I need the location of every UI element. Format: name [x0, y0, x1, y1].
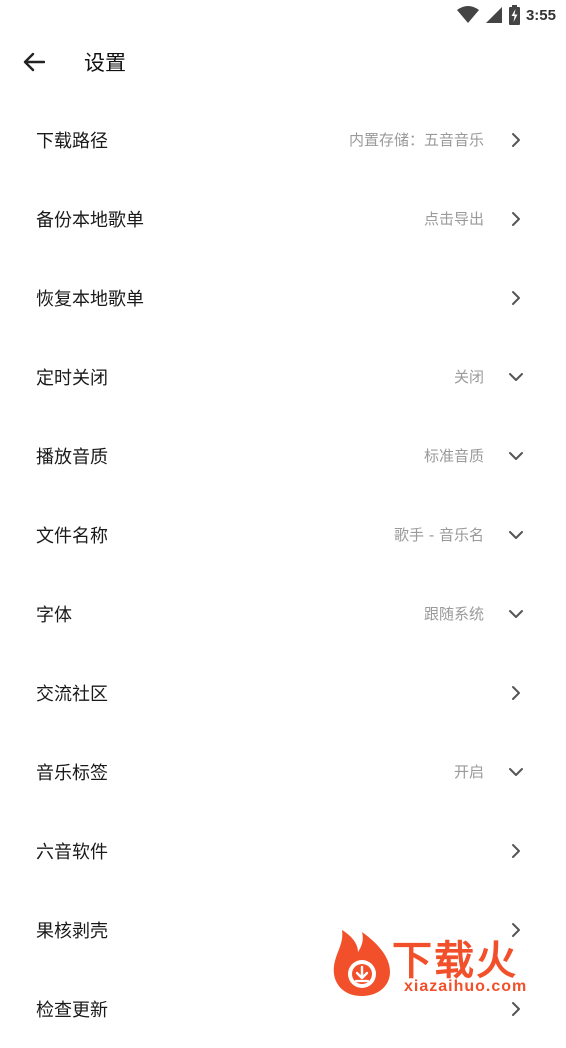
setting-label: 果核剥壳 [36, 920, 108, 942]
setting-label: 备份本地歌单 [36, 209, 144, 231]
chevron-down-icon [506, 525, 526, 545]
watermark-url: xiazaihuo.com [404, 978, 528, 995]
arrow-left-icon [23, 52, 45, 72]
setting-row-font[interactable]: 字体 跟随系统 [0, 574, 566, 653]
setting-row-community[interactable]: 交流社区 [0, 653, 566, 732]
setting-label: 字体 [36, 604, 72, 626]
setting-value: 标准音质 [423, 447, 484, 465]
app-bar: 设置 [0, 30, 566, 94]
setting-label: 文件名称 [36, 525, 108, 547]
setting-row-sleep-timer[interactable]: 定时关闭 关闭 [0, 337, 566, 416]
setting-label: 六音软件 [36, 841, 108, 863]
setting-label: 音乐标签 [36, 762, 108, 784]
setting-label: 检查更新 [36, 999, 108, 1021]
wifi-icon [456, 6, 479, 23]
battery-charging-icon [508, 5, 520, 25]
chevron-right-icon [506, 209, 526, 229]
page-title: 设置 [84, 51, 126, 75]
chevron-right-icon [506, 130, 526, 150]
chevron-right-icon [506, 683, 526, 703]
setting-row-restore-playlist[interactable]: 恢复本地歌单 [0, 258, 566, 337]
setting-row-music-tags[interactable]: 音乐标签 开启 [0, 732, 566, 811]
setting-label: 交流社区 [36, 683, 108, 705]
chevron-down-icon [506, 367, 526, 387]
setting-label: 定时关闭 [36, 367, 108, 389]
setting-label: 恢复本地歌单 [36, 288, 144, 310]
chevron-right-icon [506, 288, 526, 308]
setting-value: 关闭 [453, 368, 484, 386]
chevron-down-icon [506, 762, 526, 782]
setting-value: 点击导出 [423, 210, 484, 228]
status-bar: 3:55 [0, 0, 566, 30]
chevron-down-icon [506, 446, 526, 466]
setting-value: 内置存储：五音音乐 [348, 131, 484, 149]
setting-row-download-path[interactable]: 下载路径 内置存储：五音音乐 [0, 100, 566, 179]
watermark: 下载火 xiazaihuo.com [330, 926, 558, 1002]
flame-logo-icon [333, 930, 390, 996]
back-button[interactable] [18, 46, 50, 78]
setting-row-file-name[interactable]: 文件名称 歌手 - 音乐名 [0, 495, 566, 574]
setting-row-liuyin-software[interactable]: 六音软件 [0, 811, 566, 890]
chevron-down-icon [506, 604, 526, 624]
setting-value: 歌手 - 音乐名 [394, 526, 484, 544]
setting-value: 开启 [453, 763, 484, 781]
setting-label: 播放音质 [36, 446, 108, 468]
setting-label: 下载路径 [36, 130, 108, 152]
chevron-right-icon [506, 841, 526, 861]
setting-row-backup-playlist[interactable]: 备份本地歌单 点击导出 [0, 179, 566, 258]
signal-icon [485, 7, 502, 23]
setting-row-audio-quality[interactable]: 播放音质 标准音质 [0, 416, 566, 495]
status-time: 3:55 [525, 6, 556, 24]
setting-value: 跟随系统 [423, 605, 484, 623]
settings-list: 下载路径 内置存储：五音音乐 备份本地歌单 点击导出 恢复本地歌单 定时关闭 关… [0, 100, 566, 1048]
